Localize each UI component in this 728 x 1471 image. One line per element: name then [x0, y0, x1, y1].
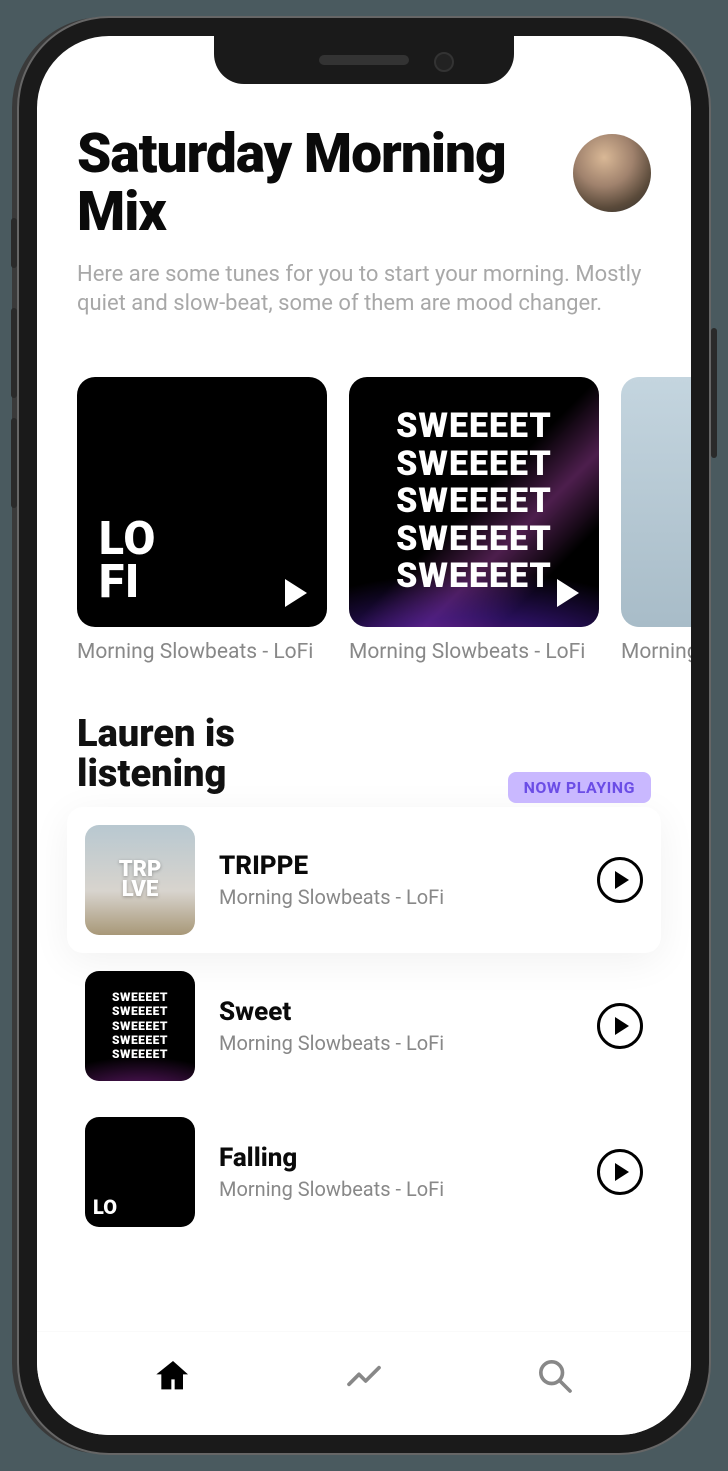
track-art-text: LO [93, 1195, 117, 1219]
playlist-card[interactable]: LOFI Morning Slowbeats - LoFi [77, 377, 327, 665]
playlist-carousel[interactable]: LOFI Morning Slowbeats - LoFi SWEEEET SW… [37, 319, 691, 665]
play-icon[interactable] [557, 579, 579, 607]
phone-side-button [711, 328, 717, 458]
track-name: TRIPPE [219, 851, 573, 881]
nav-trends-button[interactable] [334, 1356, 394, 1396]
trending-icon [344, 1356, 384, 1396]
bottom-nav [37, 1331, 691, 1435]
play-button[interactable] [597, 1003, 643, 1049]
track-art: SWEEEET SWEEEET SWEEEET SWEEEET SWEEEET [85, 971, 195, 1081]
playlist-art-text: LOFI [99, 518, 156, 605]
notch [214, 36, 514, 84]
track-name: Falling [219, 1143, 573, 1173]
page-title: Saturday Morning Mix [77, 126, 553, 242]
nav-search-button[interactable] [525, 1356, 585, 1396]
playlist-card[interactable]: SWEEEET SWEEEET SWEEEET SWEEEET SWEEEET … [349, 377, 599, 665]
playlist-title: Morning Slowbeats - LoFi [349, 639, 599, 665]
play-button[interactable] [597, 857, 643, 903]
section-title: Lauren is listening [77, 715, 297, 795]
track-name: Sweet [219, 997, 573, 1027]
playlist-title: Morning Slowbeats - LoFi [77, 639, 327, 665]
phone-frame: Saturday Morning Mix Here are some tunes… [19, 18, 709, 1453]
track-subtitle: Morning Slowbeats - LoFi [219, 1177, 573, 1201]
phone-side-button [11, 308, 17, 398]
nav-home-button[interactable] [143, 1356, 203, 1396]
playlist-art: SWEEEET SWEEEET SWEEEET SWEEEET SWEEEET [349, 377, 599, 627]
now-playing-badge: NOW PLAYING [508, 772, 651, 803]
content-area: Saturday Morning Mix Here are some tunes… [37, 36, 691, 1331]
phone-side-button [11, 218, 17, 268]
track-row[interactable]: LO Falling Morning Slowbeats - LoFi [67, 1099, 661, 1245]
playlist-art [621, 377, 691, 627]
track-subtitle: Morning Slowbeats - LoFi [219, 885, 573, 909]
playlist-title: Morning Slowbeats - LoFi [621, 639, 691, 665]
track-info: Sweet Morning Slowbeats - LoFi [219, 997, 573, 1055]
track-row[interactable]: SWEEEET SWEEEET SWEEEET SWEEEET SWEEEET … [67, 953, 661, 1099]
page-subtitle: Here are some tunes for you to start you… [37, 242, 691, 319]
play-button[interactable] [597, 1149, 643, 1195]
friend-activity-section: Lauren is listening NOW PLAYING [37, 665, 691, 795]
track-subtitle: Morning Slowbeats - LoFi [219, 1031, 573, 1055]
track-art: TRPLVE [85, 825, 195, 935]
screen: Saturday Morning Mix Here are some tunes… [37, 36, 691, 1435]
play-icon[interactable] [285, 579, 307, 607]
track-row[interactable]: TRPLVE TRIPPE Morning Slowbeats - LoFi [67, 807, 661, 953]
phone-side-button [11, 418, 17, 508]
playlist-card[interactable]: Morning Slowbeats - LoFi [621, 377, 691, 665]
playlist-art-text: SWEEEET SWEEEET SWEEEET SWEEEET SWEEEET [396, 408, 552, 595]
track-art-text: TRPLVE [119, 860, 162, 900]
playlist-art: LOFI [77, 377, 327, 627]
avatar[interactable] [573, 134, 651, 212]
track-info: Falling Morning Slowbeats - LoFi [219, 1143, 573, 1201]
header: Saturday Morning Mix [37, 126, 691, 242]
track-info: TRIPPE Morning Slowbeats - LoFi [219, 851, 573, 909]
track-art: LO [85, 1117, 195, 1227]
search-icon [535, 1356, 575, 1396]
track-list: TRPLVE TRIPPE Morning Slowbeats - LoFi S… [37, 795, 691, 1245]
home-icon [153, 1356, 193, 1396]
